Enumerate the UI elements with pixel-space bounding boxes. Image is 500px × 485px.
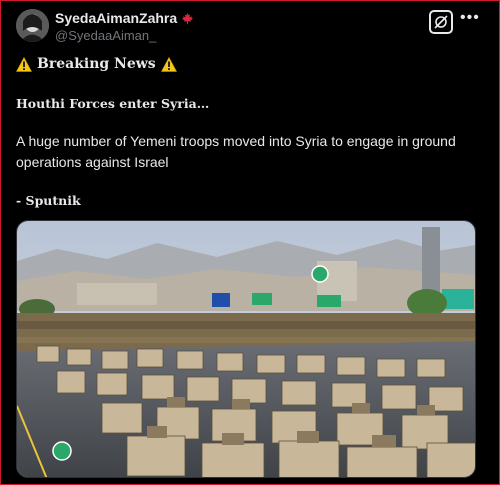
maple-leaf-icon: [181, 12, 194, 24]
more-icon: •••: [460, 9, 480, 26]
more-options-button[interactable]: •••: [460, 10, 480, 26]
warning-icon: [160, 56, 177, 72]
breaking-news-line: Breaking News: [16, 56, 177, 72]
tweet-body: A huge number of Yemeni troops moved int…: [16, 133, 456, 170]
military-parade-photo: [17, 221, 475, 477]
author-name-row[interactable]: SyedaAimanZahra: [55, 10, 194, 26]
grok-button[interactable]: [429, 10, 453, 34]
tweet-media-image[interactable]: [16, 220, 476, 478]
warning-icon: [16, 56, 32, 72]
avatar[interactable]: [16, 9, 49, 42]
author-display-name[interactable]: SyedaAimanZahra: [55, 10, 177, 26]
author-handle[interactable]: @SyedaaAiman_: [55, 28, 156, 43]
tweet-headline: Houthi Forces enter Syria…: [16, 96, 210, 111]
grok-icon: [434, 15, 448, 29]
breaking-news-label: Breaking News: [37, 56, 156, 72]
tweet-source: - Sputnik: [16, 193, 81, 208]
